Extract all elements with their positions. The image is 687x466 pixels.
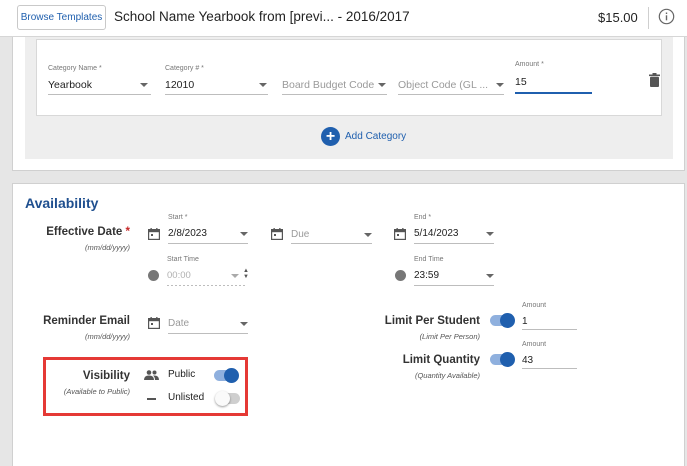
- amount-value: 15: [515, 76, 527, 88]
- limit-per-student-toggle[interactable]: [490, 313, 515, 328]
- chevron-down-icon: [240, 322, 248, 326]
- amount-input[interactable]: Amount * 15: [515, 61, 592, 95]
- limit-per-student-amount[interactable]: Amount 1: [522, 302, 577, 330]
- calendar-icon: [148, 228, 160, 240]
- info-icon[interactable]: [658, 8, 675, 25]
- item-title: School Name Yearbook from [previ... - 20…: [114, 9, 410, 24]
- due-date-input[interactable]: Due: [291, 214, 372, 244]
- clock-icon: [148, 270, 159, 281]
- item-price: $15.00: [598, 10, 638, 25]
- chevron-down-icon: [486, 232, 494, 236]
- highlight-box: [43, 357, 248, 416]
- divider: [648, 7, 649, 29]
- category-section: Category Name * Yearbook Category # * 12…: [12, 37, 685, 171]
- calendar-icon: [148, 317, 160, 329]
- calendar-icon: [271, 228, 283, 240]
- top-bar: Browse Templates School Name Yearbook fr…: [0, 0, 687, 37]
- end-time-input[interactable]: End Time 23:59: [414, 256, 494, 286]
- limit-per-student-label: Limit Per Student (Limit Per Person): [384, 315, 480, 341]
- end-time-value: 23:59: [414, 270, 440, 281]
- end-date-value: 5/14/2023: [414, 228, 459, 239]
- plus-icon: +: [321, 127, 340, 146]
- chevron-down-icon: [231, 274, 239, 278]
- limit-quantity-amount[interactable]: Amount 43: [522, 341, 577, 369]
- chevron-down-icon: [140, 83, 148, 87]
- reminder-email-label: Reminder Email (mm/dd/yyyy): [43, 315, 130, 341]
- start-time-input[interactable]: Start Time 00:00 ▲ ▼: [167, 256, 249, 286]
- calendar-icon: [394, 228, 406, 240]
- availability-section: Availability Effective Date * (mm/dd/yyy…: [12, 183, 685, 466]
- chevron-down-icon: [240, 232, 248, 236]
- chevron-down-icon: [259, 83, 267, 87]
- category-number-select[interactable]: Category # * 12010: [165, 65, 268, 95]
- clock-icon: [395, 270, 406, 281]
- category-number-value: 12010: [165, 79, 195, 91]
- chevron-down-icon: [378, 83, 386, 87]
- object-code-select[interactable]: Object Code (GL ...: [398, 65, 504, 95]
- chevron-down-icon: [496, 83, 504, 87]
- limit-quantity-toggle[interactable]: [490, 352, 515, 367]
- chevron-down-icon: [486, 274, 494, 278]
- category-name-value: Yearbook: [48, 79, 92, 91]
- end-date-input[interactable]: End * 5/14/2023: [414, 214, 494, 244]
- category-name-select[interactable]: Category Name * Yearbook: [48, 65, 151, 95]
- start-date-value: 2/8/2023: [168, 228, 207, 239]
- board-budget-code-select[interactable]: Board Budget Code: [282, 65, 387, 95]
- start-date-input[interactable]: Start * 2/8/2023: [168, 214, 248, 244]
- effective-date-label: Effective Date * (mm/dd/yyyy): [46, 226, 130, 252]
- category-row: Category Name * Yearbook Category # * 12…: [36, 39, 662, 116]
- browse-templates-button[interactable]: Browse Templates: [17, 5, 106, 30]
- category-panel: Category Name * Yearbook Category # * 12…: [25, 37, 673, 159]
- time-stepper-icon[interactable]: ▲ ▼: [243, 268, 249, 280]
- limit-quantity-label: Limit Quantity (Quantity Available): [402, 354, 480, 380]
- availability-heading: Availability: [25, 195, 99, 211]
- reminder-date-input[interactable]: Date: [168, 304, 248, 334]
- trash-icon[interactable]: [649, 73, 660, 87]
- chevron-down-icon: [364, 233, 372, 237]
